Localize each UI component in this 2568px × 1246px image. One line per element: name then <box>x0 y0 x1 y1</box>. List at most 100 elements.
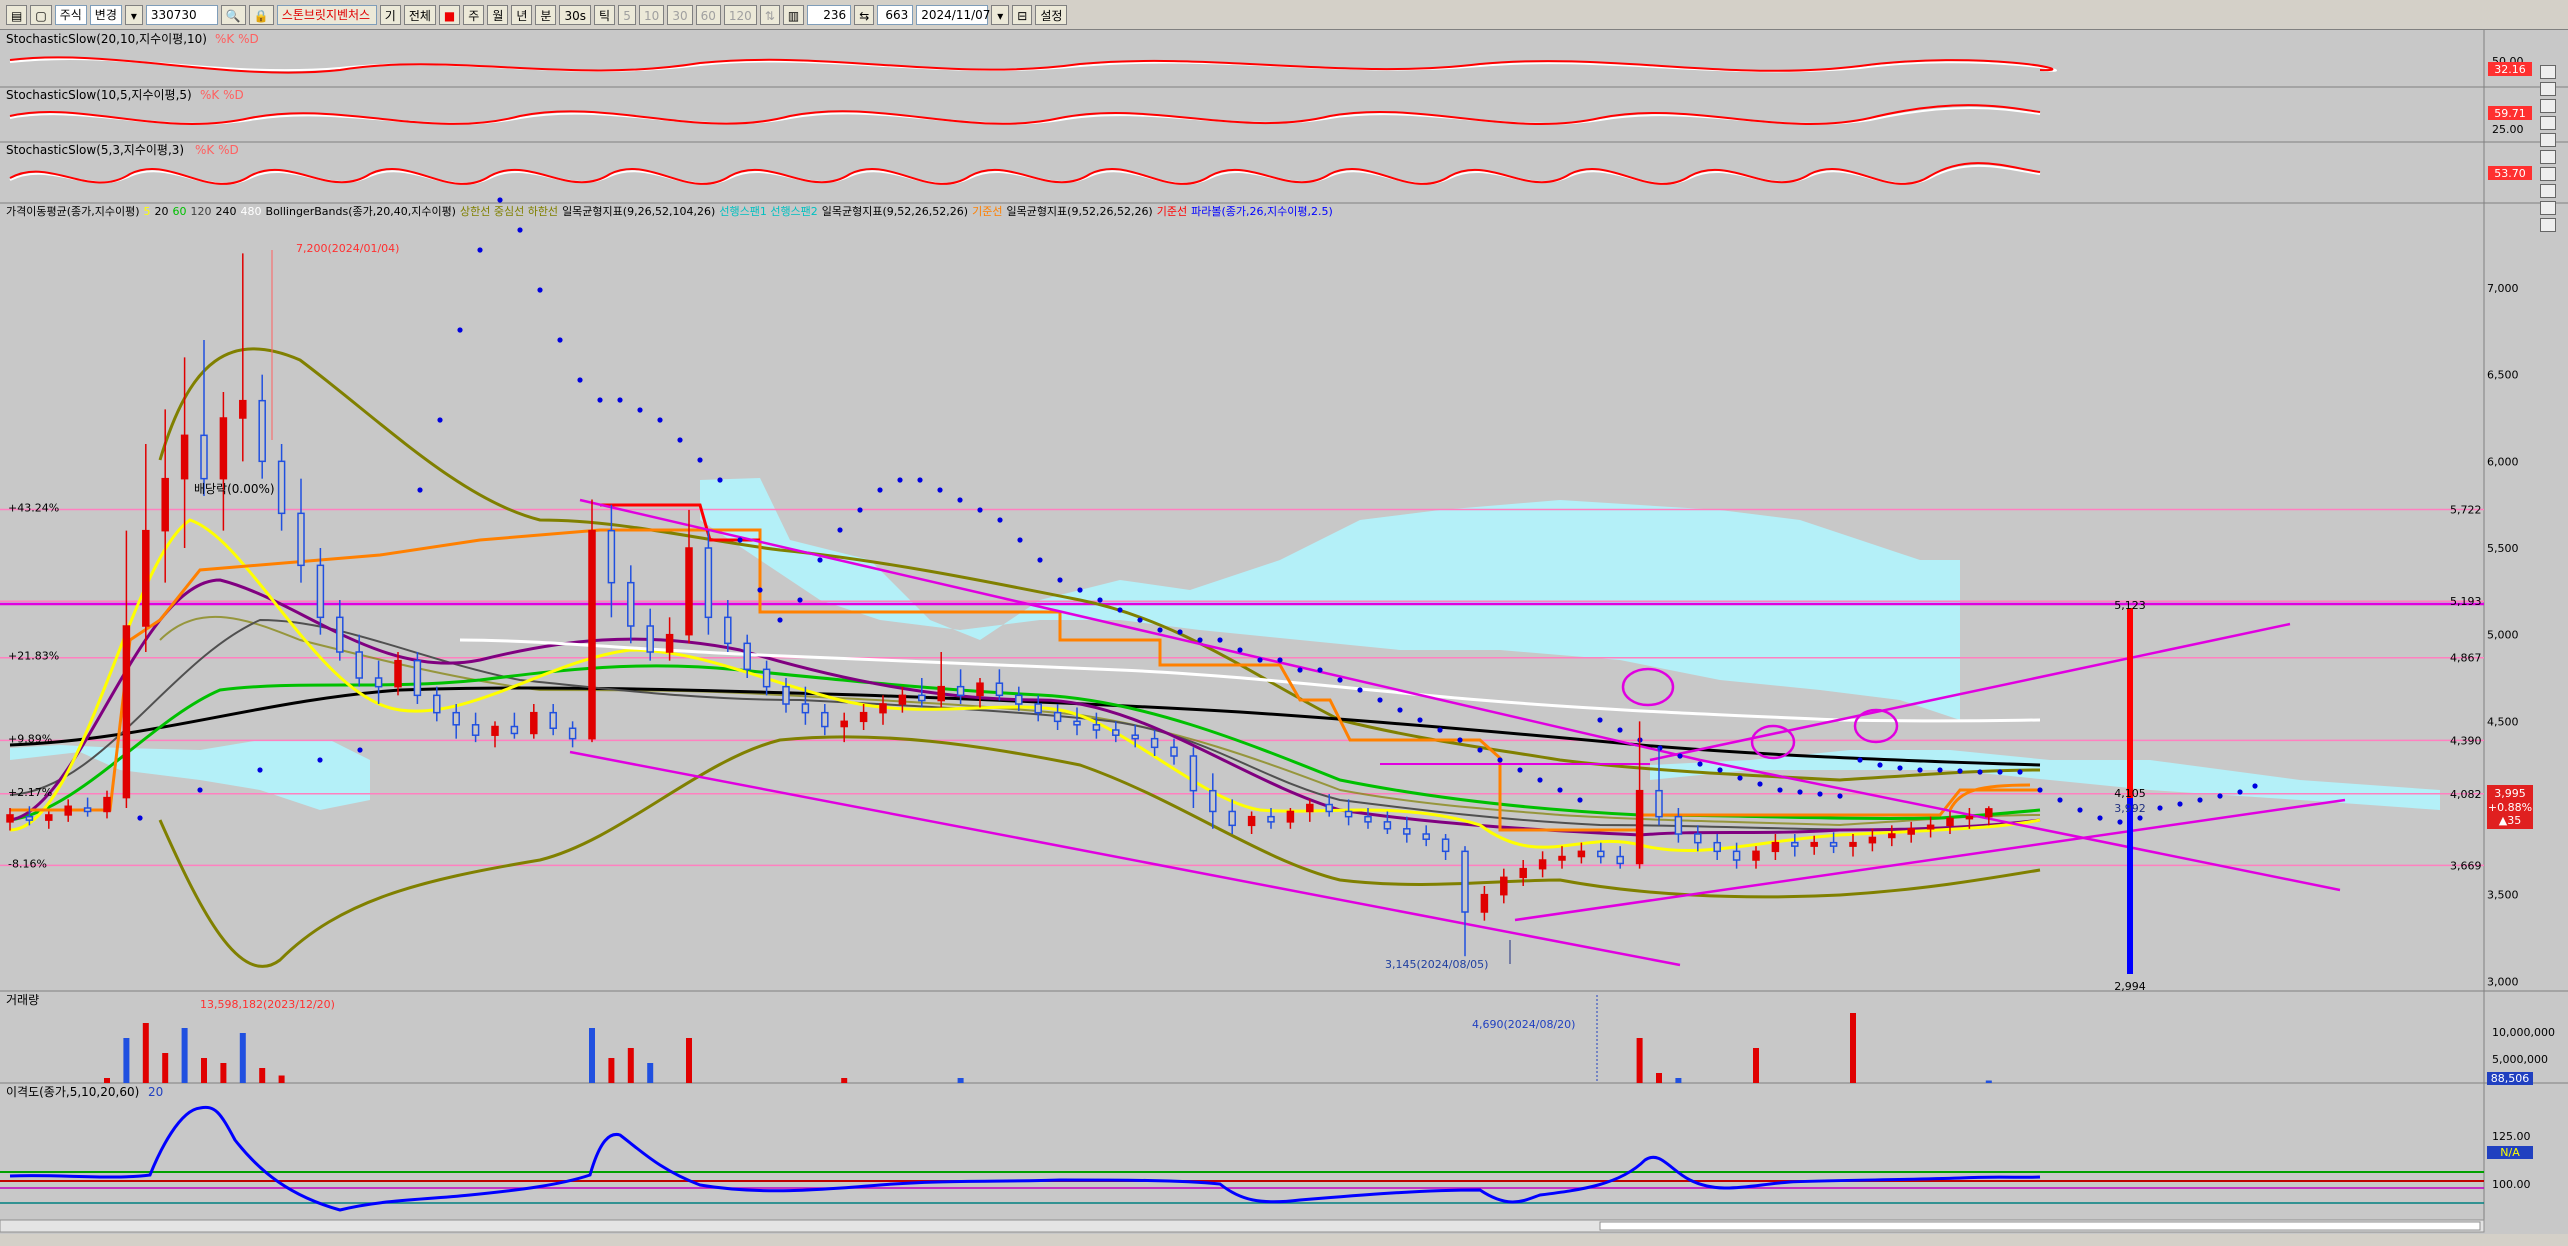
sar-dot <box>1817 791 1823 797</box>
stoch2-label: StochasticSlow(10,5,지수이평,5) <box>6 88 192 102</box>
volume-bar <box>201 1058 207 1083</box>
volume-bar <box>841 1078 848 1083</box>
window-icon[interactable]: ▢ <box>30 4 52 25</box>
toolbar: ▤ ▢ 주식 변경 ▾ 330730 🔍 🔒 스톤브릿지벤처스 기 전체 ■ 주… <box>0 0 2568 30</box>
legend-item-7: BollingerBands(종가,20,40,지수이평) <box>266 205 456 218</box>
sar-dot <box>457 327 463 333</box>
menu-icon[interactable]: ▤ <box>6 4 28 25</box>
fibo-tool-icon[interactable] <box>2540 184 2556 198</box>
volume-bar <box>123 1038 130 1083</box>
sar-dot <box>857 507 863 513</box>
current-price: 3,995 <box>2494 787 2526 800</box>
sar-dot <box>917 477 923 483</box>
text-tool-icon[interactable] <box>2540 167 2556 181</box>
period-button-day[interactable]: 기 <box>379 4 401 25</box>
y-tick-1: 6,500 <box>2487 369 2519 382</box>
sar-dot <box>977 507 983 513</box>
cursor-tool-icon[interactable] <box>2540 65 2556 79</box>
proj-mid2-label: 3,992 <box>2114 802 2146 815</box>
sar-dot <box>2177 801 2183 807</box>
flag-icon[interactable]: ■ <box>438 4 461 25</box>
settings-button[interactable]: 설정 <box>1035 4 1068 25</box>
sar-dot <box>357 747 363 753</box>
copy-tool-icon[interactable] <box>2540 201 2556 215</box>
period-button-all[interactable]: 전체 <box>403 4 436 25</box>
sar-dot <box>2157 805 2163 811</box>
sar-dot <box>1157 627 1163 633</box>
volume-bar <box>647 1063 654 1083</box>
y-tick-4: 5,000 <box>2487 629 2519 642</box>
chevron-down-icon[interactable]: ▾ <box>124 4 143 25</box>
interval-button-120[interactable]: 120 <box>723 4 757 25</box>
volume-tick-1: 10,000,000 <box>2492 1026 2555 1039</box>
date-input[interactable]: 2024/11/07 <box>916 4 990 25</box>
candle <box>588 499 596 743</box>
tf-button-week[interactable]: 주 <box>463 4 485 25</box>
sar-dot <box>557 337 563 343</box>
tf-button-tick[interactable]: 틱 <box>593 4 616 25</box>
pct-label-0: +43.24% <box>8 502 59 515</box>
sar-dot <box>1837 793 1843 799</box>
chart-type-icon[interactable]: ▥ <box>782 4 805 25</box>
change-select[interactable]: 변경 <box>89 4 122 25</box>
interval-button-30[interactable]: 30 <box>667 4 693 25</box>
line-tool-icon[interactable] <box>2540 82 2556 96</box>
scrollbar-thumb[interactable] <box>1599 1221 2481 1231</box>
dividend-label: 배당락(0.00%) <box>194 482 275 496</box>
grid-icon[interactable]: ⊟ <box>1012 4 1033 25</box>
market-select[interactable]: 주식 <box>54 4 87 25</box>
tf-button-30s[interactable]: 30s <box>559 4 591 25</box>
calendar-dropdown-icon[interactable]: ▾ <box>991 4 1010 25</box>
bars-input[interactable]: 663 <box>877 4 914 25</box>
interval-button-60[interactable]: 60 <box>695 4 721 25</box>
search-icon[interactable]: 🔍 <box>220 4 246 25</box>
main-legend: 가격이동평균(종가,지수이평) 5 20 60 120 240 480 BollingerBa… <box>6 204 1333 218</box>
legend-item-14: 기준선 <box>1157 205 1187 218</box>
chart-area[interactable]: StochasticSlow(20,10,지수이평,10) %K %D 50.0… <box>0 30 2568 1234</box>
sar-dot <box>1277 657 1283 663</box>
volume-bar <box>239 1033 246 1083</box>
sar-dot <box>1417 717 1423 723</box>
sar-dot <box>617 397 623 403</box>
sar-dot <box>1437 727 1443 733</box>
lock-icon[interactable]: 🔒 <box>248 4 274 25</box>
interval-button-10[interactable]: 10 <box>639 4 665 25</box>
pencil-tool-icon[interactable] <box>2540 116 2556 130</box>
rect-tool-icon[interactable] <box>2540 133 2556 147</box>
volume-max-label: 13,598,182(2023/12/20) <box>200 998 335 1011</box>
legend-item-4: 120 <box>191 205 212 218</box>
interval-spin-icon[interactable]: ⇅ <box>759 4 780 25</box>
sar-dot <box>1057 577 1063 583</box>
volume-bar <box>608 1058 615 1083</box>
sar-dot <box>2217 793 2223 799</box>
disparity-tick-2: 100.00 <box>2492 1178 2531 1191</box>
low-label: 3,145(2024/08/05) <box>1385 958 1488 971</box>
interval-button-5[interactable]: 5 <box>618 4 637 25</box>
y-tick-2: 6,000 <box>2487 455 2519 468</box>
sar-dot <box>1737 775 1743 781</box>
delete-tool-icon[interactable] <box>2540 218 2556 232</box>
count-input[interactable]: 236 <box>807 4 852 25</box>
tf-button-month[interactable]: 월 <box>487 4 509 25</box>
tf-button-year[interactable]: 년 <box>511 4 533 25</box>
pct-label-3: +2.17% <box>8 786 52 799</box>
level-label-5: 3,669 <box>2450 859 2482 872</box>
transfer-icon[interactable]: ⇆ <box>854 4 875 25</box>
sar-dot <box>1257 657 1263 663</box>
sar-dot <box>257 767 263 773</box>
y-tick-5: 4,500 <box>2487 715 2519 728</box>
sar-dot <box>737 537 743 543</box>
sar-dot <box>897 477 903 483</box>
tf-button-minute[interactable]: 분 <box>535 4 557 25</box>
sar-dot <box>2137 815 2143 821</box>
sar-dot <box>2037 787 2043 793</box>
sar-dot <box>1797 789 1803 795</box>
trend-tool-icon[interactable] <box>2540 99 2556 113</box>
pct-label-1: +21.83% <box>8 650 59 663</box>
circle-tool-icon[interactable] <box>2540 150 2556 164</box>
stock-code-input[interactable]: 330730 <box>145 4 218 25</box>
sar-dot <box>637 407 643 413</box>
sar-dot <box>1577 797 1583 803</box>
sar-dot <box>1977 769 1983 775</box>
sar-dot <box>957 497 963 503</box>
